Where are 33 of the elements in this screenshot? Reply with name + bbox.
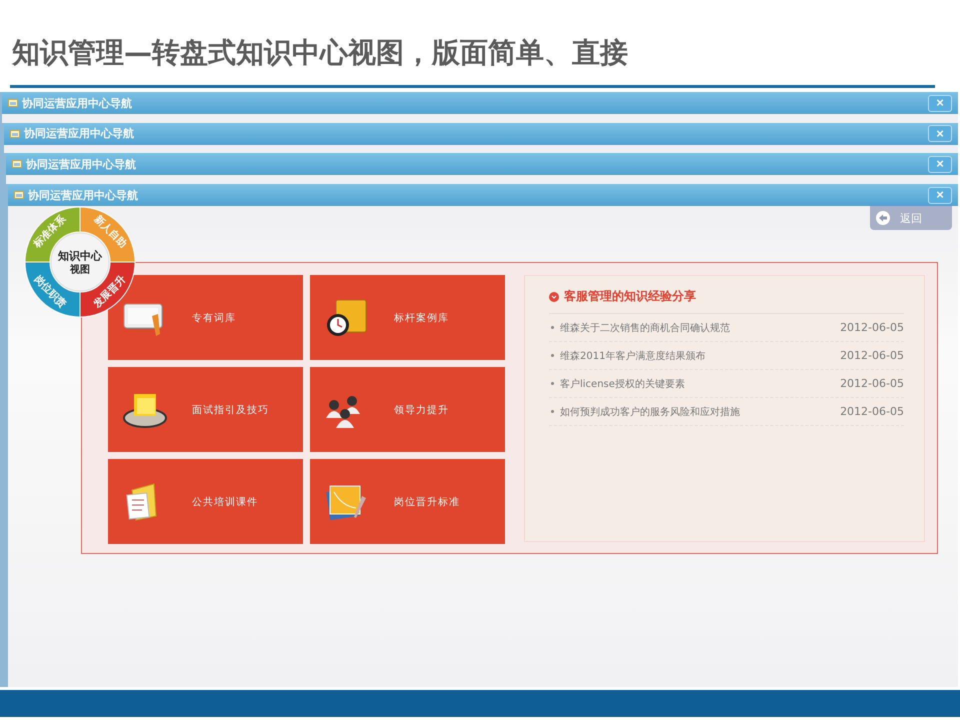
news-date: 2012-06-05 <box>840 321 904 334</box>
close-button[interactable]: × <box>928 156 952 173</box>
bullet-icon <box>551 326 554 330</box>
back-button[interactable]: 返回 <box>870 206 952 230</box>
close-button[interactable]: × <box>928 186 952 204</box>
news-date: 2012-06-05 <box>840 377 904 390</box>
window-icon <box>10 130 20 138</box>
bullet-icon <box>551 354 554 358</box>
window-title: 协同运营应用中心导航 <box>24 126 135 142</box>
bullet-icon <box>551 382 554 386</box>
window-icon <box>14 191 24 200</box>
slide-title: 知识管理—转盘式知识中心视图，版面简单、直接 <box>12 35 628 71</box>
news-date: 2012-06-05 <box>840 405 904 418</box>
window-title: 协同运营应用中心导航 <box>28 188 139 203</box>
window-title: 协同运营应用中心导航 <box>22 96 133 110</box>
close-button[interactable]: × <box>928 94 952 112</box>
window-icon <box>8 99 18 107</box>
category-tile[interactable]: 标杆案例库 <box>310 275 505 360</box>
category-tile[interactable]: 公共培训课件 <box>108 459 303 544</box>
close-button[interactable]: × <box>928 125 952 142</box>
window-title: 协同运营应用中心导航 <box>26 156 137 172</box>
category-tile[interactable]: 领导力提升 <box>310 367 505 452</box>
category-tile[interactable]: 岗位晋升标准 <box>310 459 505 544</box>
bullet-icon <box>549 292 559 302</box>
category-tile[interactable]: 面试指引及技巧 <box>108 367 303 452</box>
bullet-icon <box>551 410 554 414</box>
window-icon <box>12 160 22 168</box>
news-date: 2012-06-05 <box>840 349 904 362</box>
news-link[interactable]: 维森2011年客户满意度结果颁布 <box>560 348 840 363</box>
news-link[interactable]: 如何预判成功客户的服务风险和应对措施 <box>560 404 840 419</box>
news-link[interactable]: 维森关于二次销售的商机合同确认规范 <box>560 320 840 335</box>
news-title: 客服管理的知识经验分享 <box>564 288 696 306</box>
news-link[interactable]: 客户license授权的关键要素 <box>560 376 840 391</box>
